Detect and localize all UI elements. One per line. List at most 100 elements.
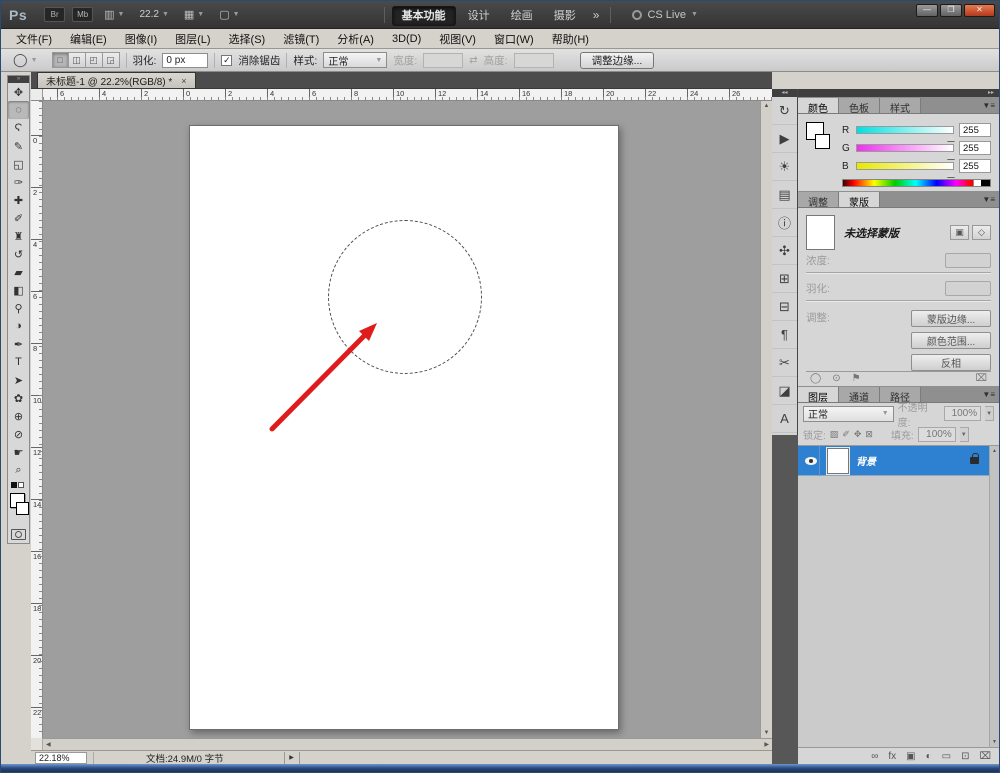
info-panel-icon[interactable]: ⓘ — [772, 209, 797, 237]
arrange-documents-button[interactable]: ▦ ▼ — [180, 6, 208, 23]
zoom-tool[interactable]: ⌕ — [8, 461, 29, 479]
menu-item[interactable]: 图像(I) — [116, 31, 166, 47]
background-color-swatch[interactable] — [815, 134, 830, 149]
menu-item[interactable]: 帮助(H) — [543, 31, 598, 47]
dock-collapse-grip[interactable]: ▸▸ — [798, 89, 999, 97]
view-extras-button[interactable]: ▥ ▼ — [100, 6, 128, 23]
lock-transparent-icon[interactable]: ▨ — [830, 429, 839, 440]
scroll-down-icon[interactable]: ▼ — [992, 739, 997, 745]
document-tab[interactable]: 未标题-1 @ 22.2%(RGB/8) * × — [37, 72, 196, 88]
move-tool[interactable]: ✥ — [8, 83, 29, 101]
add-selection-icon[interactable]: ◫ — [69, 52, 86, 68]
minimize-button[interactable]: — — [916, 4, 938, 17]
menu-item[interactable]: 编辑(E) — [61, 31, 116, 47]
horizontal-scrollbar[interactable]: ◀ ▶ — [43, 738, 772, 750]
scroll-up-icon[interactable]: ▲ — [764, 103, 770, 109]
dodge-tool[interactable]: ◑ — [8, 317, 29, 335]
character-panel-icon[interactable]: A — [772, 405, 797, 433]
vertical-ruler[interactable]: 0246810121416182022 — [31, 101, 43, 738]
quick-mask-button[interactable] — [11, 529, 26, 540]
custom-shape-tool[interactable]: ✿ — [8, 389, 29, 407]
type-tool[interactable]: T — [8, 353, 29, 371]
channel-slider[interactable] — [856, 162, 954, 170]
spectrum-gradient[interactable] — [843, 180, 973, 186]
lock-pixels-icon[interactable]: ✐ — [842, 429, 850, 440]
hand-tool[interactable]: ☛ — [8, 443, 29, 461]
panel-tab[interactable]: 图层 — [798, 387, 839, 402]
panel-menu-icon[interactable]: ▼≡ — [982, 390, 995, 399]
default-colors-button[interactable] — [8, 479, 29, 491]
canvas-viewport[interactable] — [43, 101, 760, 738]
channel-slider[interactable] — [856, 126, 954, 134]
masks-panel-icon[interactable]: ◪ — [772, 377, 797, 405]
actions-panel-icon[interactable]: ▶ — [772, 125, 797, 153]
channel-value-input[interactable]: 255 — [959, 141, 991, 155]
brushes-panel-icon[interactable]: ✣ — [772, 237, 797, 265]
antialias-checkbox[interactable]: ✓ — [221, 55, 232, 66]
close-button[interactable]: ✕ — [964, 4, 995, 17]
lock-all-icon[interactable]: ⊠ — [865, 429, 873, 440]
bridge-button[interactable]: Br — [44, 7, 65, 22]
link-layers-icon[interactable]: ∞ — [871, 751, 878, 762]
tool-preset-picker[interactable]: ◯ ▼ — [9, 51, 42, 69]
tool-presets-panel-icon[interactable]: ✂ — [772, 349, 797, 377]
crop-tool[interactable]: ◱ — [8, 155, 29, 173]
pen-tool[interactable]: ✒ — [8, 335, 29, 353]
quick-selection-tool[interactable]: ✎ — [8, 137, 29, 155]
spectrum-black-swatch[interactable] — [981, 180, 990, 186]
spectrum-white-swatch[interactable] — [973, 180, 981, 186]
delete-layer-icon[interactable]: ⌧ — [979, 751, 991, 762]
workspace-overflow-button[interactable]: » — [589, 8, 604, 22]
layer-name[interactable]: 背景 — [856, 453, 970, 468]
add-mask-icon[interactable]: ▣ — [906, 751, 915, 762]
panel-tab[interactable]: 路径 — [880, 387, 921, 402]
history-brush-tool[interactable]: ↺ — [8, 245, 29, 263]
lock-position-icon[interactable]: ✥ — [854, 429, 862, 440]
scroll-up-icon[interactable]: ▲ — [992, 448, 997, 454]
restore-button[interactable]: ❐ — [940, 4, 962, 17]
fill-dropdown-icon[interactable]: ▼ — [960, 427, 969, 442]
eyedropper-tool[interactable]: ✑ — [8, 173, 29, 191]
3d-roll-tool[interactable]: ⊘ — [8, 425, 29, 443]
style-select[interactable]: 正常 ▼ — [323, 52, 387, 68]
cs-live-button[interactable]: CS Live ▼ — [632, 9, 697, 21]
mask-adjust-button[interactable]: 蒙版边缘... — [911, 310, 991, 327]
gradient-tool[interactable]: ◧ — [8, 281, 29, 299]
new-selection-icon[interactable]: □ — [52, 52, 69, 68]
menu-item[interactable]: 3D(D) — [383, 33, 430, 45]
layer-visibility-toggle[interactable] — [802, 446, 820, 476]
lasso-tool[interactable]: Ϛ — [8, 119, 29, 137]
elliptical-marquee-tool[interactable]: ◌ — [8, 101, 29, 119]
menu-item[interactable]: 视图(V) — [430, 31, 485, 47]
adjustments-panel-icon[interactable]: ☀ — [772, 153, 797, 181]
panel-tab[interactable]: 调整 — [798, 192, 839, 207]
panel-tab[interactable]: 蒙版 — [839, 192, 880, 207]
panel-tab[interactable]: 通道 — [839, 387, 880, 402]
tab-close-icon[interactable]: × — [181, 76, 186, 86]
channel-slider[interactable] — [856, 144, 954, 152]
menu-item[interactable]: 图层(L) — [166, 31, 219, 47]
scroll-down-icon[interactable]: ▼ — [764, 730, 770, 736]
add-vector-mask-icon[interactable]: ◇ — [972, 225, 991, 240]
panel-tab[interactable]: 颜色 — [798, 98, 839, 113]
mask-color-icon[interactable]: ⚑ — [852, 373, 861, 384]
mask-enable-icon[interactable]: ◯ — [810, 373, 821, 384]
feather-input[interactable]: 0 px — [162, 53, 208, 68]
subtract-selection-icon[interactable]: ◰ — [86, 52, 103, 68]
paragraph-panel-icon[interactable]: ¶ — [772, 321, 797, 349]
brush-tool[interactable]: ✐ — [8, 209, 29, 227]
menu-item[interactable]: 窗口(W) — [485, 31, 543, 47]
ruler-corner[interactable] — [31, 89, 43, 101]
channel-value-input[interactable]: 255 — [959, 159, 991, 173]
document-canvas[interactable] — [189, 125, 619, 730]
adjustment-layer-icon[interactable]: ◐ — [926, 751, 932, 762]
workspace-button[interactable]: 基本功能 — [392, 6, 456, 26]
intersect-selection-icon[interactable]: ◲ — [103, 52, 120, 68]
menu-item[interactable]: 选择(S) — [220, 31, 275, 47]
layer-comps-panel-icon[interactable]: ⊟ — [772, 293, 797, 321]
clone-stamp-tool[interactable]: ♜ — [8, 227, 29, 245]
layer-effects-icon[interactable]: fx — [888, 751, 896, 762]
layer-thumbnail[interactable] — [827, 448, 849, 474]
refine-edge-button[interactable]: 调整边缘... — [580, 52, 655, 69]
screen-mode-button[interactable]: ▢ ▼ — [215, 6, 243, 23]
